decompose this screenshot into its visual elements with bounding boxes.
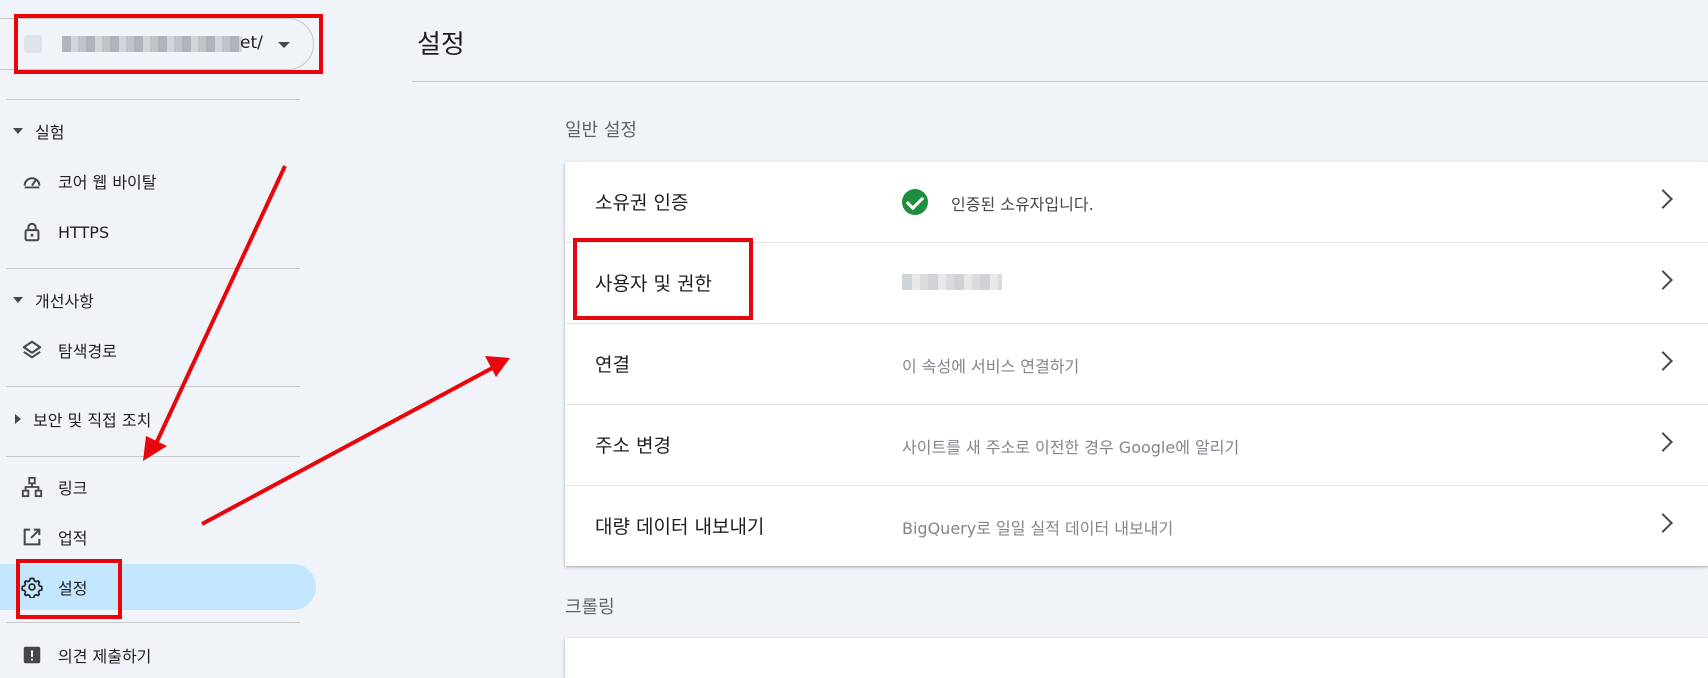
chevron-right-icon xyxy=(1653,189,1673,209)
section-label: 개선사항 xyxy=(35,292,94,311)
sidebar-item-achievements[interactable]: 업적 xyxy=(0,514,316,560)
divider xyxy=(6,456,300,457)
sidebar-item-label: HTTPS xyxy=(58,222,110,242)
open-in-new-icon xyxy=(20,525,44,549)
row-value: 인증된 소유자입니다. xyxy=(951,195,1094,214)
row-label: 대량 데이터 내보내기 xyxy=(595,516,765,538)
annotation-box-property xyxy=(14,14,323,74)
annotation-box-settings xyxy=(16,559,122,619)
sidebar-item-label: 링크 xyxy=(58,479,88,498)
sidebar-item-breadcrumbs[interactable]: 탐색경로 xyxy=(0,327,316,373)
row-label: 주소 변경 xyxy=(595,435,671,457)
header-divider xyxy=(412,81,1708,82)
divider xyxy=(6,386,300,387)
section-experience[interactable]: 실험 xyxy=(0,115,64,147)
sitemap-icon xyxy=(20,475,44,499)
row-value: BigQuery로 일일 실적 데이터 내보내기 xyxy=(902,519,1174,538)
section-security[interactable]: 보안 및 직접 조치 xyxy=(0,403,151,435)
caret-down-icon xyxy=(13,297,23,303)
chevron-right-icon xyxy=(1653,351,1673,371)
page-title: 설정 xyxy=(417,30,465,60)
feedback-icon xyxy=(20,643,44,667)
settings-row-change-address[interactable]: 주소 변경 사이트를 새 주소로 이전한 경우 Google에 알리기 xyxy=(565,405,1708,486)
settings-row-bulk-export[interactable]: 대량 데이터 내보내기 BigQuery로 일일 실적 데이터 내보내기 xyxy=(565,486,1708,566)
divider xyxy=(6,622,300,623)
row-label: 소유권 인증 xyxy=(595,192,689,214)
check-circle-icon xyxy=(902,189,928,215)
caret-down-icon xyxy=(13,128,23,134)
section-label: 보안 및 직접 조치 xyxy=(33,411,152,430)
crawling-card xyxy=(565,638,1708,678)
sidebar-item-feedback[interactable]: 의견 제출하기 xyxy=(0,632,316,678)
arrowhead xyxy=(485,356,510,377)
caret-right-icon xyxy=(15,414,21,424)
chevron-right-icon xyxy=(1653,432,1673,452)
section-label: 실험 xyxy=(35,123,65,142)
sidebar-item-core-web-vitals[interactable]: 코어 웹 바이탈 xyxy=(0,158,316,204)
divider xyxy=(6,268,300,269)
settings-row-associations[interactable]: 연결 이 속성에 서비스 연결하기 xyxy=(565,324,1708,405)
general-settings-card: 소유권 인증 인증된 소유자입니다. 사용자 및 권한 연결 이 속성에 서비스… xyxy=(565,162,1708,566)
chevron-right-icon xyxy=(1653,513,1673,533)
crawling-label: 크롤링 xyxy=(565,597,615,618)
sidebar-item-https[interactable]: HTTPS xyxy=(0,209,316,255)
row-value-redacted xyxy=(902,274,1002,290)
settings-row-ownership[interactable]: 소유권 인증 인증된 소유자입니다. xyxy=(565,162,1708,243)
row-value: 사이트를 새 주소로 이전한 경우 Google에 알리기 xyxy=(902,438,1240,457)
sidebar-item-label: 의견 제출하기 xyxy=(58,647,152,666)
row-label: 연결 xyxy=(595,354,630,376)
row-value: 이 속성에 서비스 연결하기 xyxy=(902,357,1080,376)
divider xyxy=(6,99,300,100)
sidebar-item-links[interactable]: 링크 xyxy=(0,464,316,510)
gauge-icon xyxy=(20,169,44,193)
sidebar-item-label: 탐색경로 xyxy=(58,342,117,361)
annotation-box-users-permissions xyxy=(573,238,753,320)
layers-icon xyxy=(20,338,44,362)
lock-icon xyxy=(20,220,44,244)
section-enhancements[interactable]: 개선사항 xyxy=(0,284,94,316)
sidebar-item-label: 코어 웹 바이탈 xyxy=(58,173,157,192)
chevron-right-icon xyxy=(1653,270,1673,290)
general-settings-label: 일반 설정 xyxy=(565,120,637,141)
sidebar-item-label: 업적 xyxy=(58,529,88,548)
